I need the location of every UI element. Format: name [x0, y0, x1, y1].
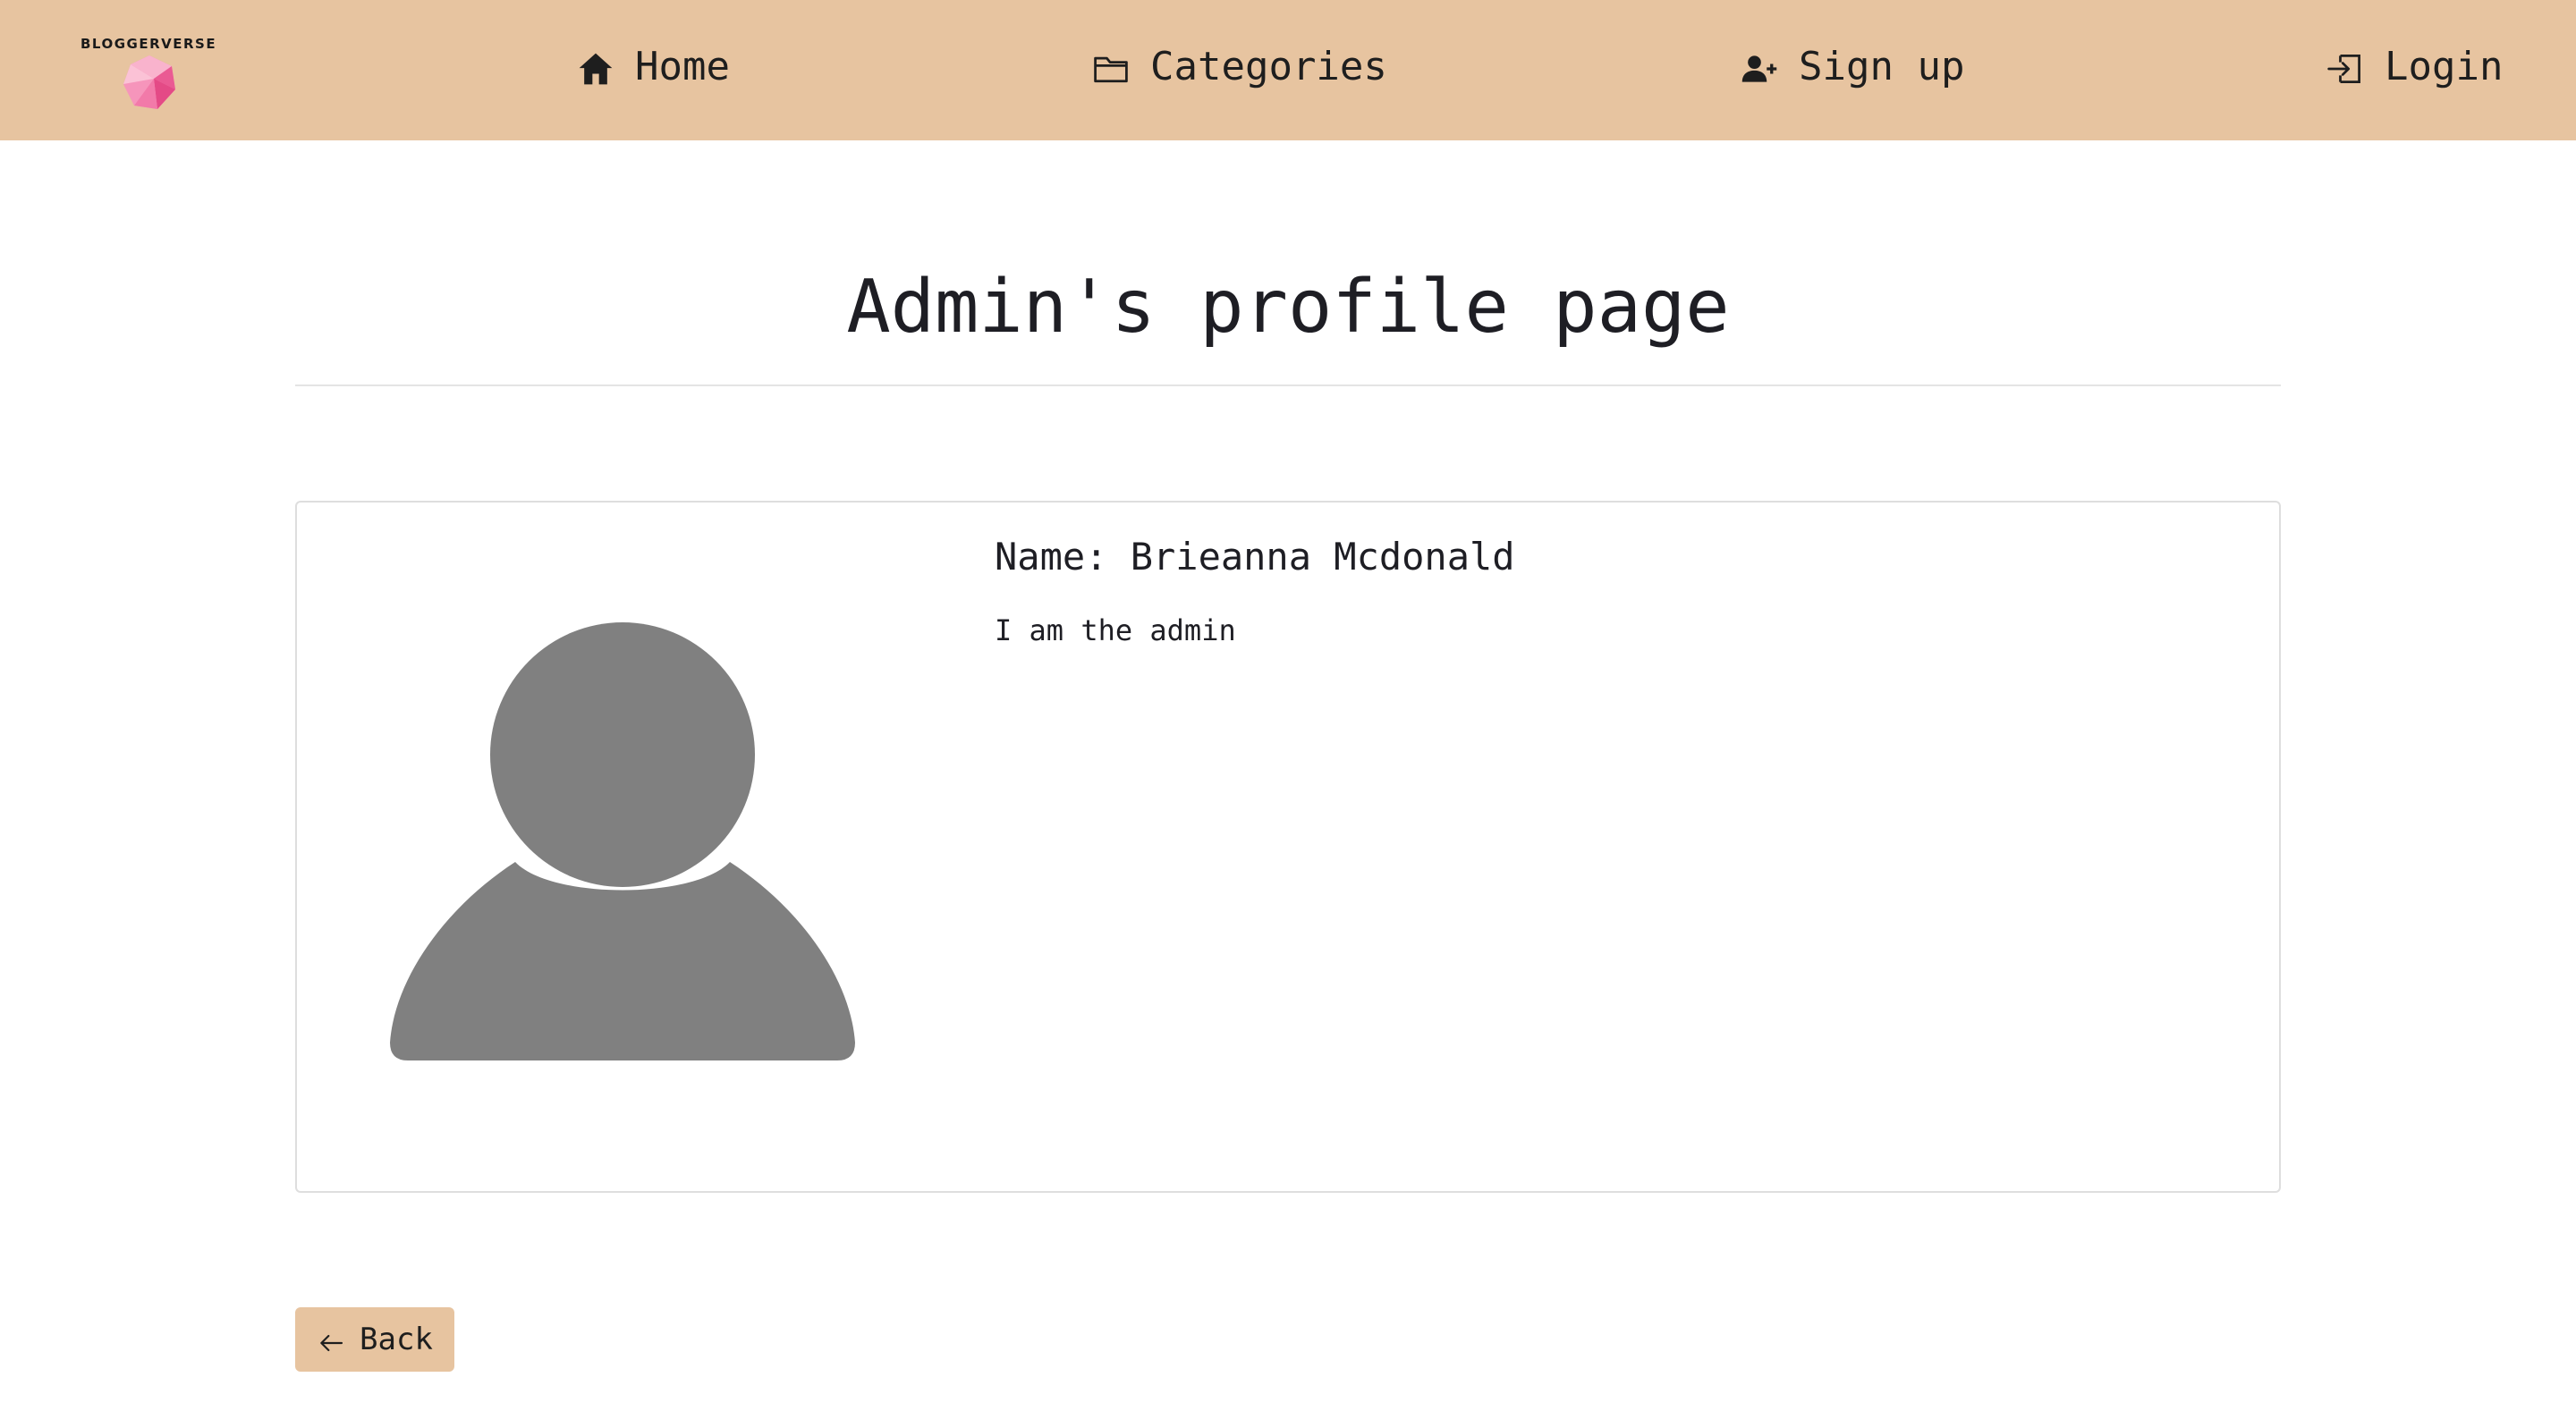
nav-signup-label: Sign up: [1799, 43, 1965, 89]
nav-login-label: Login: [2385, 43, 2504, 89]
title-divider: [295, 384, 2281, 386]
profile-card: Name: Brieanna Mcdonald I am the admin: [295, 501, 2281, 1193]
folder-icon: [1091, 49, 1131, 89]
back-button[interactable]: Back: [295, 1307, 454, 1372]
arrow-left-icon: [317, 1329, 345, 1357]
home-icon: [576, 49, 615, 89]
nav-signup-link[interactable]: Sign up: [1740, 39, 1964, 93]
default-user-avatar-icon: [390, 622, 855, 1060]
profile-bio: I am the admin: [995, 613, 1236, 647]
nav-login-link[interactable]: Login: [2326, 39, 2503, 93]
brand-name: BLOGGERVERSE: [80, 36, 217, 52]
brand-logo-link[interactable]: BLOGGERVERSE: [80, 32, 217, 113]
pink-gem-icon: [123, 55, 175, 109]
nav-home-link[interactable]: Home: [576, 39, 730, 93]
profile-name: Name: Brieanna Mcdonald: [995, 535, 1515, 579]
login-icon: [2326, 49, 2365, 89]
page-title: Admin's profile page: [846, 265, 1730, 350]
nav-categories-label: Categories: [1150, 43, 1387, 89]
nav-home-label: Home: [635, 43, 730, 89]
back-button-label: Back: [360, 1322, 433, 1357]
nav-categories-link[interactable]: Categories: [1091, 39, 1387, 93]
top-navbar: BLOGGERVERSE Home Categories Sign up Log…: [0, 0, 2576, 140]
person-plus-icon: [1740, 49, 1779, 89]
